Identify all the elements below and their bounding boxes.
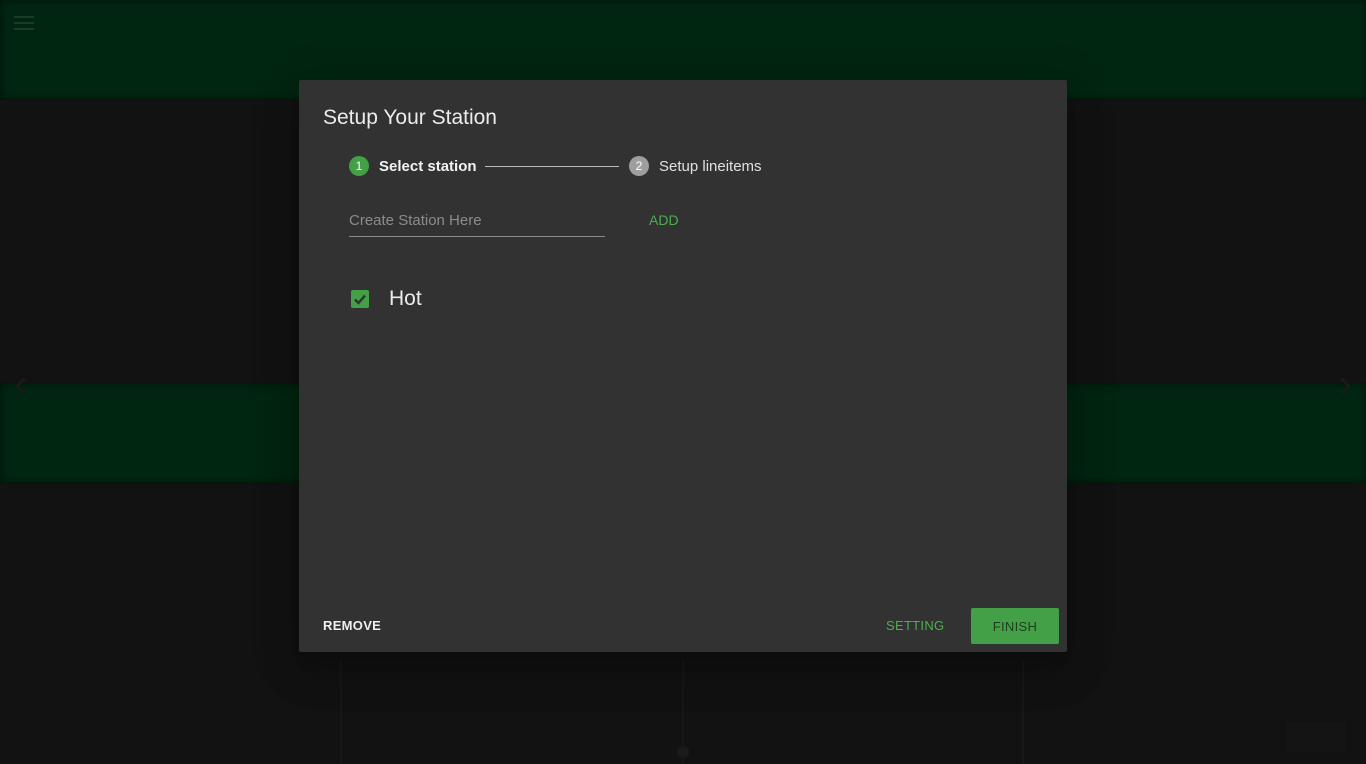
station-input[interactable] (349, 206, 605, 234)
station-input-field[interactable] (349, 206, 605, 237)
station-label: Hot (389, 287, 422, 310)
step-2-label[interactable]: Setup lineitems (659, 157, 762, 177)
setup-station-dialog: Setup Your Station 1 Select station 2 Se… (299, 80, 1067, 652)
station-list-item[interactable]: Hot (351, 287, 651, 312)
step-1-label[interactable]: Select station (379, 157, 477, 177)
step-1-indicator[interactable]: 1 (349, 156, 369, 176)
add-station-button[interactable]: ADD (639, 208, 689, 232)
station-checkbox[interactable] (351, 290, 369, 308)
setting-button[interactable]: SETTING (876, 607, 954, 643)
remove-button[interactable]: REMOVE (313, 607, 391, 643)
dialog-title: Setup Your Station (323, 106, 497, 129)
step-2-indicator[interactable]: 2 (629, 156, 649, 176)
stepper: 1 Select station 2 Setup lineitems (349, 156, 849, 178)
step-connector (485, 166, 619, 167)
check-icon (354, 294, 366, 305)
finish-button[interactable]: FINISH (971, 608, 1059, 644)
